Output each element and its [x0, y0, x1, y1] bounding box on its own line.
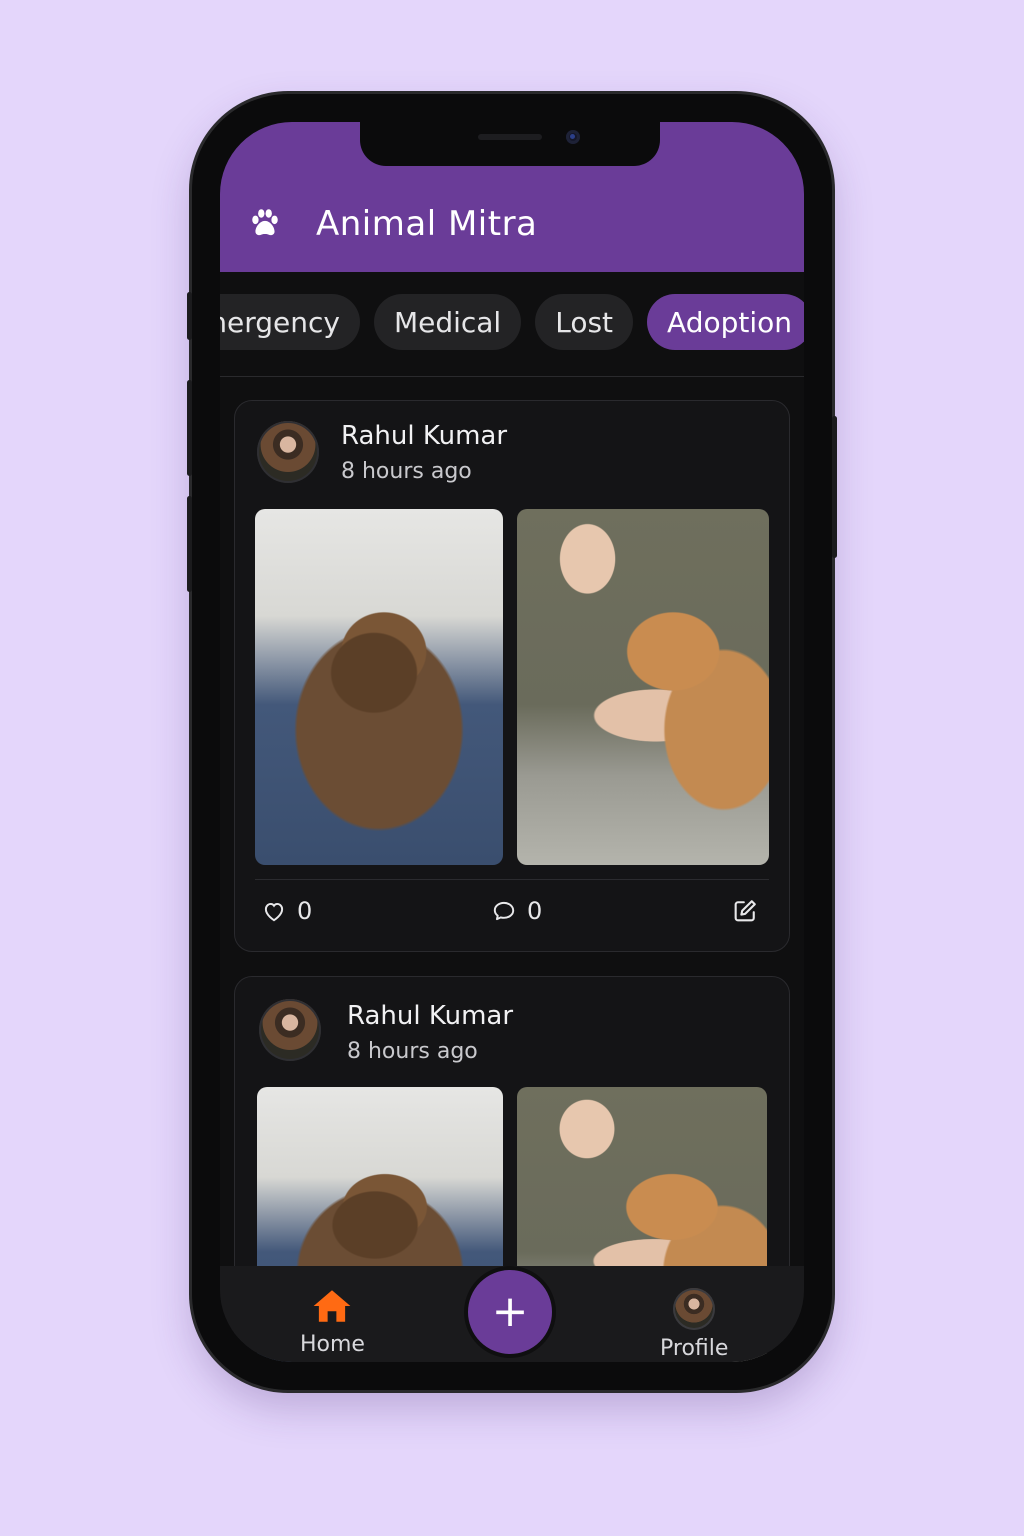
- power-button: [832, 416, 837, 558]
- add-post-button[interactable]: +: [464, 1266, 556, 1358]
- post-author[interactable]: Rahul Kumar: [347, 1001, 513, 1031]
- post-time: 8 hours ago: [341, 459, 472, 484]
- comment-count: 0: [527, 897, 543, 925]
- filter-chips: Emergency Medical Lost Adoption: [220, 294, 804, 350]
- mute-switch: [187, 292, 192, 340]
- post-time: 8 hours ago: [347, 1039, 478, 1064]
- home-icon: [314, 1290, 351, 1322]
- volume-up-button: [187, 380, 192, 476]
- notch: [360, 122, 660, 166]
- chip-medical[interactable]: Medical: [373, 294, 522, 350]
- app-title: Animal Mitra: [316, 204, 538, 244]
- like-count: 0: [297, 897, 313, 925]
- edit-icon: [734, 900, 756, 922]
- card-divider: [255, 879, 769, 880]
- nav-profile[interactable]: Profile: [660, 1288, 728, 1361]
- chip-emergency[interactable]: Emergency: [220, 294, 360, 350]
- post-card: Rahul Kumar 8 hours ago 0 0: [234, 400, 790, 952]
- heart-icon: [264, 902, 284, 922]
- nav-profile-label: Profile: [660, 1336, 729, 1361]
- camera: [566, 130, 580, 144]
- post-author[interactable]: Rahul Kumar: [341, 421, 507, 451]
- comment-button[interactable]: 0: [491, 897, 542, 925]
- paw-icon: [252, 209, 278, 236]
- post-photo-2[interactable]: [517, 509, 769, 865]
- profile-avatar: [673, 1288, 716, 1330]
- post-photo-1[interactable]: [255, 509, 503, 865]
- filter-divider: [220, 376, 804, 377]
- phone-frame: Animal Mitra Emergency Medical Lost Adop…: [187, 94, 837, 1390]
- speaker: [478, 134, 542, 140]
- avatar[interactable]: [259, 999, 321, 1061]
- edit-button[interactable]: [731, 897, 759, 925]
- chip-adoption[interactable]: Adoption: [647, 294, 804, 350]
- like-button[interactable]: 0: [261, 897, 312, 925]
- volume-down-button: [187, 496, 192, 592]
- app-screen: Animal Mitra Emergency Medical Lost Adop…: [220, 122, 804, 1362]
- comment-icon: [493, 901, 515, 921]
- nav-home[interactable]: Home: [300, 1286, 365, 1357]
- chip-lost[interactable]: Lost: [535, 294, 634, 350]
- avatar[interactable]: [257, 421, 319, 483]
- nav-home-label: Home: [300, 1332, 365, 1357]
